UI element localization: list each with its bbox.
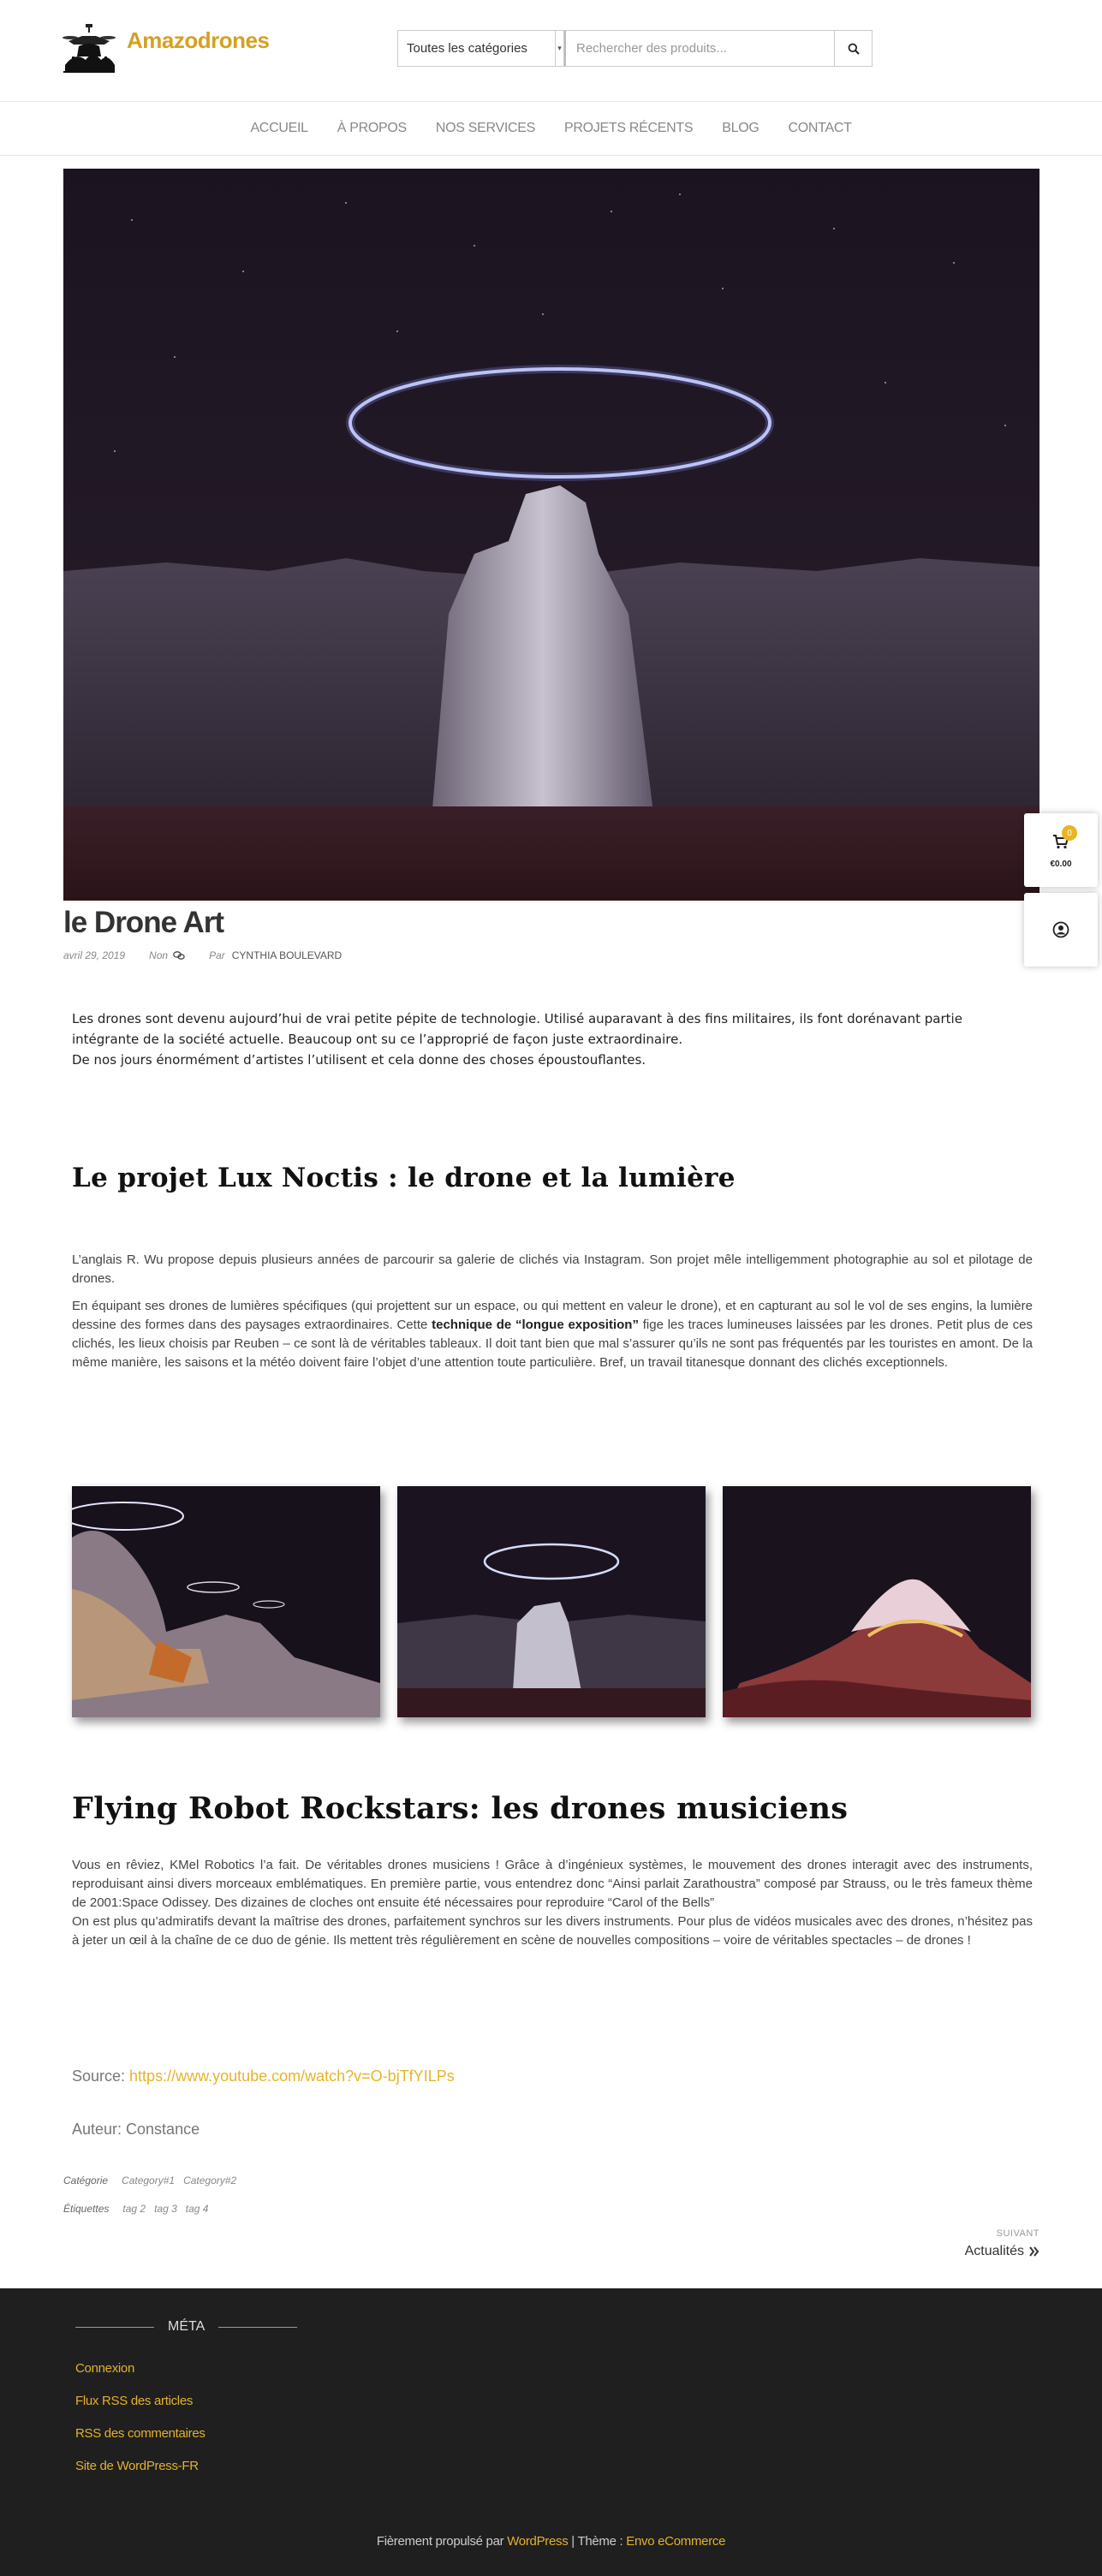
section-heading-lux-noctis: Le projet Lux Noctis : le drone et la lu… bbox=[72, 1163, 736, 1193]
night-rock-halo-image bbox=[63, 169, 1039, 901]
next-post-nav[interactable]: SUIVANT Actualités bbox=[965, 2228, 1039, 2259]
painted-dune-image bbox=[723, 1486, 1031, 1717]
site-header: Amazodrones Toutes les catégories ▾ Rech… bbox=[0, 0, 1102, 101]
floating-cart-button[interactable]: 0 €0.00 bbox=[1024, 813, 1098, 887]
floating-account-button[interactable] bbox=[1024, 893, 1098, 967]
search-placeholder: Rechercher des produits... bbox=[576, 41, 727, 56]
author-line: Auteur: Constance bbox=[72, 2121, 200, 2138]
chevron-down-icon: ▾ bbox=[555, 31, 563, 66]
post-author-link[interactable]: CYNTHIA BOULEVARD bbox=[232, 949, 342, 961]
post-title: le Drone Art bbox=[63, 906, 224, 939]
nav-item-projets-recents[interactable]: PROJETS RÉCENTS bbox=[564, 121, 694, 136]
tag-link[interactable]: tag 4 bbox=[186, 2203, 209, 2215]
site-logo-link[interactable]: Amazodrones bbox=[62, 22, 270, 75]
next-post-link[interactable]: Actualités bbox=[965, 2244, 1039, 2259]
meta-widget-title: MÉTA bbox=[168, 2319, 206, 2334]
section-heading-flying-robot-rockstars: Flying Robot Rockstars: les drones music… bbox=[72, 1791, 849, 1826]
product-search-form: Toutes les catégories ▾ Rechercher des p… bbox=[397, 30, 873, 67]
post-intro: Les drones sont devenu aujourd’hui de vr… bbox=[72, 1008, 1033, 1070]
source-link[interactable]: https://www.youtube.com/watch?v=O-bjTfYI… bbox=[129, 2067, 455, 2085]
gallery-image-2[interactable] bbox=[397, 1486, 706, 1717]
section1-paragraph-2: En équipant ses drones de lumières spéci… bbox=[72, 1297, 1033, 1372]
post-comments[interactable]: Non bbox=[149, 949, 185, 961]
meta-links: Connexion Flux RSS des articles RSS des … bbox=[75, 2360, 206, 2490]
post-comments-count: Non bbox=[149, 949, 169, 961]
meta-link-posts-feed[interactable]: Flux RSS des articles bbox=[75, 2393, 206, 2409]
next-post-title: Actualités bbox=[964, 2244, 1024, 2258]
section2-body: Vous en rêviez, KMel Robotics l’a fait. … bbox=[72, 1856, 1033, 1950]
main-nav: ACCUEIL À PROPOS NOS SERVICES PROJETS RÉ… bbox=[0, 101, 1102, 156]
drone-logo-icon bbox=[63, 24, 116, 73]
post-date[interactable]: avril 29, 2019 bbox=[63, 949, 125, 961]
section2-paragraph-1: Vous en rêviez, KMel Robotics l’a fait. … bbox=[72, 1858, 1033, 1910]
post-meta: avril 29, 2019 Non Par CYNTHIA BOULEVARD bbox=[63, 949, 342, 961]
rock-formation-image bbox=[72, 1486, 380, 1717]
divider bbox=[75, 2326, 154, 2328]
cart-count-badge: 0 bbox=[1062, 825, 1077, 841]
categories-label: Catégorie bbox=[63, 2174, 109, 2186]
meta-link-comments-feed[interactable]: RSS des commentaires bbox=[75, 2425, 206, 2442]
wordpress-link[interactable]: WordPress bbox=[507, 2534, 569, 2549]
nav-item-a-propos[interactable]: À PROPOS bbox=[337, 121, 407, 136]
category-select[interactable]: Toutes les catégories ▾ bbox=[398, 31, 564, 66]
site-footer: MÉTA Connexion Flux RSS des articles RSS… bbox=[0, 2288, 1102, 2576]
footer-credits: Fièrement propulsé par WordPress | Thème… bbox=[0, 2534, 1102, 2549]
intro-paragraph-2: De nos jours énormément d’artistes l’uti… bbox=[72, 1052, 646, 1068]
powered-prefix: Fièrement propulsé par bbox=[376, 2534, 508, 2549]
cart-total: €0.00 bbox=[1050, 860, 1072, 869]
intro-paragraph-1: Les drones sont devenu aujourd’hui de vr… bbox=[72, 1011, 962, 1047]
meta-link-login[interactable]: Connexion bbox=[75, 2360, 206, 2377]
search-input[interactable]: Rechercher des produits... bbox=[564, 31, 834, 66]
gallery-image-3[interactable] bbox=[723, 1486, 1031, 1717]
rock-halo-image bbox=[397, 1486, 706, 1717]
nav-item-nos-services[interactable]: NOS SERVICES bbox=[436, 121, 535, 136]
section1-paragraph-1: L’anglais R. Wu propose depuis plusieurs… bbox=[72, 1252, 1033, 1286]
source-label: Source: bbox=[72, 2067, 130, 2085]
post-byline: Par CYNTHIA BOULEVARD bbox=[209, 949, 342, 961]
tag-link[interactable]: tag 2 bbox=[122, 2203, 146, 2215]
image-gallery bbox=[72, 1486, 1033, 1717]
user-icon bbox=[1052, 921, 1069, 938]
gallery-image-1[interactable] bbox=[72, 1486, 380, 1717]
site-title[interactable]: Amazodrones bbox=[127, 27, 270, 54]
comments-icon bbox=[173, 950, 185, 960]
search-button[interactable] bbox=[834, 31, 872, 66]
post-featured-image bbox=[63, 169, 1039, 901]
divider bbox=[218, 2326, 298, 2328]
byline-prefix: Par bbox=[209, 949, 225, 961]
post-tags: Étiquettes tag 2 tag 3 tag 4 bbox=[63, 2203, 208, 2215]
tag-link[interactable]: tag 3 bbox=[154, 2203, 177, 2215]
section2-paragraph-2: On est plus qu’admiratifs devant la maît… bbox=[72, 1914, 1033, 1948]
search-icon bbox=[848, 43, 860, 55]
next-post-label: SUIVANT bbox=[996, 2228, 1039, 2239]
tags-label: Étiquettes bbox=[63, 2203, 110, 2215]
theme-prefix: | Thème : bbox=[568, 2534, 627, 2549]
category-link[interactable]: Category#1 bbox=[122, 2174, 175, 2186]
nav-item-contact[interactable]: CONTACT bbox=[789, 121, 852, 136]
category-select-value: Toutes les catégories bbox=[407, 41, 527, 56]
post-categories: Catégorie Category#1 Category#2 bbox=[63, 2174, 236, 2186]
theme-link[interactable]: Envo eCommerce bbox=[626, 2534, 725, 2549]
source-line: Source: https://www.youtube.com/watch?v=… bbox=[72, 2067, 455, 2085]
section1-p2-bold: technique de “longue exposition” bbox=[432, 1318, 639, 1332]
nav-item-blog[interactable]: BLOG bbox=[722, 121, 759, 136]
meta-widget-heading: MÉTA bbox=[75, 2319, 298, 2335]
double-chevron-right-icon bbox=[1029, 2246, 1039, 2257]
nav-item-accueil[interactable]: ACCUEIL bbox=[250, 121, 308, 136]
meta-link-wordpress-fr[interactable]: Site de WordPress-FR bbox=[75, 2458, 206, 2474]
category-link[interactable]: Category#2 bbox=[183, 2174, 236, 2186]
